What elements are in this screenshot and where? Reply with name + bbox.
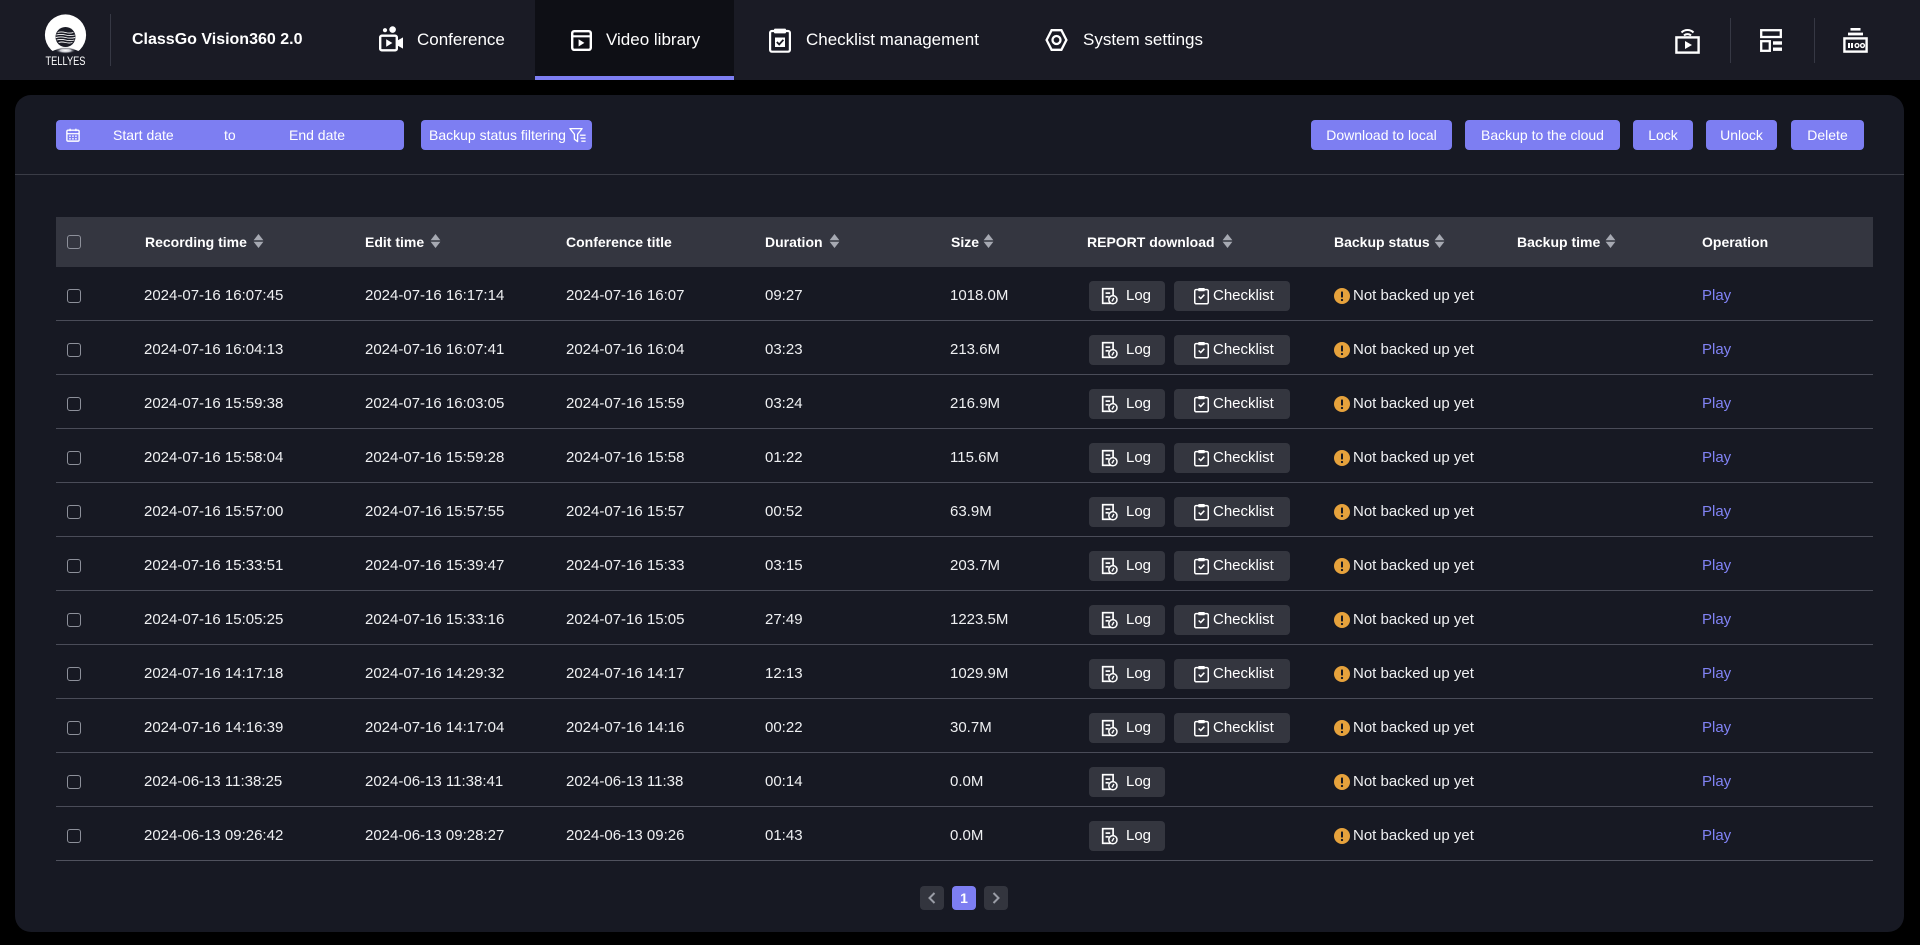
svg-text:TELLYES: TELLYES (46, 56, 86, 68)
